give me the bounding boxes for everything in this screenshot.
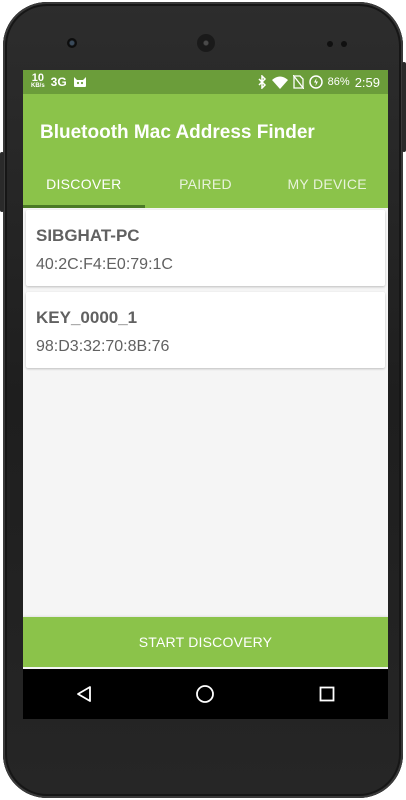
navigation-bar — [23, 669, 388, 719]
front-camera — [67, 38, 77, 48]
device-name: KEY_0000_1 — [36, 308, 138, 327]
device-item[interactable]: SIBGHAT-PC 40:2C:F4:E0:79:1C — [26, 210, 385, 286]
back-icon[interactable] — [64, 674, 104, 714]
tab-my-device[interactable]: MY DEVICE — [266, 160, 388, 208]
battery-percent: 86% — [327, 76, 350, 88]
device-list: SIBGHAT-PC 40:2C:F4:E0:79:1C KEY_0000_1 … — [26, 210, 385, 374]
battery-icon — [308, 75, 323, 89]
home-icon[interactable] — [185, 674, 225, 714]
status-bar: 10 KB/s 3G 86% 2:59 — [23, 70, 388, 94]
cat-icon — [73, 76, 87, 88]
network-speed: 10 KB/s — [31, 72, 45, 90]
light-sensor — [341, 41, 347, 47]
power-button — [0, 152, 4, 212]
volume-button — [402, 62, 406, 152]
earpiece-speaker — [197, 34, 215, 52]
network-type: 3G — [50, 75, 67, 89]
no-sim-icon — [292, 75, 304, 89]
speed-value: 10 — [31, 72, 44, 84]
screen: 10 KB/s 3G 86% 2:59 Bluetooth Mac Addres… — [23, 70, 388, 719]
bluetooth-icon — [258, 75, 267, 89]
app-bar: Bluetooth Mac Address Finder DISCOVER PA… — [23, 94, 388, 208]
tab-discover[interactable]: DISCOVER — [23, 160, 145, 208]
device-mac-address: 98:D3:32:70:8B:76 — [36, 338, 170, 355]
device-item[interactable]: KEY_0000_1 98:D3:32:70:8B:76 — [26, 292, 385, 368]
recents-icon[interactable] — [307, 674, 347, 714]
app-title: Bluetooth Mac Address Finder — [40, 122, 315, 143]
speed-unit: KB/s — [31, 83, 45, 89]
device-mac-address: 40:2C:F4:E0:79:1C — [36, 256, 173, 273]
wifi-icon — [271, 76, 288, 89]
clock: 2:59 — [354, 74, 380, 90]
tab-paired[interactable]: PAIRED — [145, 160, 267, 208]
proximity-sensor — [327, 41, 333, 47]
start-discovery-button[interactable]: START DISCOVERY — [23, 617, 388, 667]
tab-bar: DISCOVER PAIRED MY DEVICE — [23, 160, 388, 208]
phone-frame: 10 KB/s 3G 86% 2:59 Bluetooth Mac Addres… — [0, 2, 406, 798]
device-name: SIBGHAT-PC — [36, 226, 140, 245]
